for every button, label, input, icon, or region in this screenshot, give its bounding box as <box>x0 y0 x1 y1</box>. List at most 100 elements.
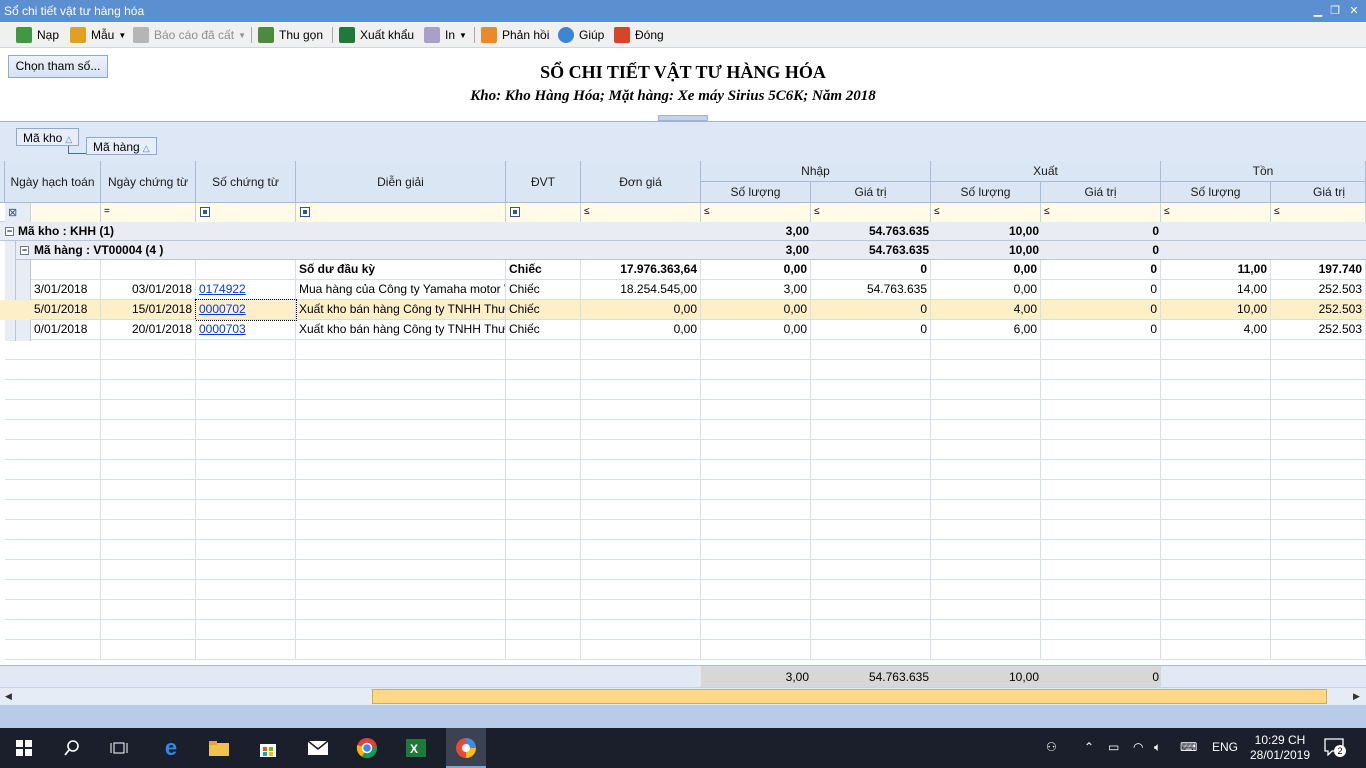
filter-don-gia[interactable]: ≤ <box>581 203 701 222</box>
collapse-icon <box>258 27 274 43</box>
cell-sct[interactable]: 0000702 <box>195 299 297 321</box>
bao-cao-da-cat-label: Báo cáo đã cất <box>154 28 235 42</box>
accounting-app-icon[interactable] <box>454 736 478 760</box>
file-explorer-icon[interactable] <box>207 736 231 760</box>
language-indicator[interactable]: ENG <box>1212 740 1238 754</box>
empty-cell <box>5 340 101 360</box>
col-dien-giai[interactable]: Diễn giải <box>296 161 506 203</box>
windows-start-icon[interactable] <box>12 736 36 760</box>
table-row[interactable]: 3/01/2018 03/01/2018 0174922 Mua hàng của C… <box>0 280 1366 300</box>
group-row-ma-hang[interactable]: − Mã hàng : VT00004 (4 ) 3,00 54.763.635… <box>16 241 1366 260</box>
filter-xuat-gt[interactable]: ≤ <box>1041 203 1161 222</box>
empty-cell <box>1161 620 1271 640</box>
empty-cell <box>1161 360 1271 380</box>
bao-cao-da-cat-button[interactable]: Báo cáo đã cất ▼ <box>133 25 246 45</box>
chrome-icon[interactable] <box>355 736 379 760</box>
table-row[interactable]: 0/01/2018 20/01/2018 0000703 Xuất kho bán h… <box>0 320 1366 340</box>
cell-don_gia: 0,00 <box>581 300 701 320</box>
mail-icon[interactable] <box>306 736 330 760</box>
filter-so-chung-tu[interactable] <box>196 203 296 222</box>
empty-cell <box>1271 460 1366 480</box>
filter-ton-gt[interactable]: ≤ <box>1271 203 1366 222</box>
empty-cell <box>701 520 811 540</box>
band-xuat[interactable]: Xuất <box>931 161 1161 182</box>
filter-dvt[interactable] <box>506 203 581 222</box>
filter-dien-giai[interactable] <box>296 203 506 222</box>
col-so-chung-tu[interactable]: Số chứng từ <box>196 161 296 203</box>
thu-gon-button[interactable]: Thu gọn <box>258 25 323 45</box>
notification-center-icon[interactable]: 2 <box>1322 737 1348 759</box>
filter-nhap-gt[interactable]: ≤ <box>811 203 931 222</box>
xuat-khau-button[interactable]: Xuất khẩu <box>339 25 414 45</box>
filter-ngay-chung-tu[interactable]: = <box>101 203 196 222</box>
col-xuat-so-luong[interactable]: Số lượng <box>931 182 1041 203</box>
empty-row <box>0 340 1366 360</box>
horizontal-scrollbar[interactable]: ◀ ▶ <box>0 687 1366 705</box>
empty-cell <box>5 440 101 460</box>
col-ton-gia-tri[interactable]: Giá trị <box>1271 182 1366 203</box>
giup-button[interactable]: Giúp <box>558 25 604 45</box>
edge-browser-icon[interactable]: e <box>159 735 183 760</box>
battery-icon[interactable]: ▭ <box>1108 740 1119 754</box>
collapse-icon[interactable]: − <box>20 246 29 255</box>
restore-icon[interactable]: ❐ <box>1327 3 1343 19</box>
band-ton[interactable]: Tồn <box>1161 161 1366 182</box>
refresh-icon <box>16 27 32 43</box>
volume-icon[interactable]: 🔈︎ <box>1154 740 1161 755</box>
people-icon[interactable]: ⚇ <box>1046 740 1057 754</box>
store-icon[interactable] <box>256 736 280 760</box>
cell-don_gia: 17.976.363,64 <box>581 260 701 280</box>
in-button[interactable]: In ▼ <box>424 25 467 45</box>
filter-ngay-hach-toan[interactable] <box>31 203 101 222</box>
col-ngay-hach-toan[interactable]: Ngày hạch toán <box>5 161 101 203</box>
col-nhap-gia-tri[interactable]: Giá trị <box>811 182 931 203</box>
group-chip-ma-hang[interactable]: Mã hàng △ <box>86 137 157 155</box>
scroll-left-icon[interactable]: ◀ <box>5 691 12 702</box>
empty-cell <box>101 560 196 580</box>
toolbar: Nạp Mẫu ▼ Báo cáo đã cất ▼ Thu gọn Xuất … <box>0 22 1366 48</box>
filter-nhap-sl[interactable]: ≤ <box>701 203 811 222</box>
group-chip-ma-kho[interactable]: Mã kho △ <box>16 128 80 146</box>
cell-sct[interactable]: 0000703 <box>196 320 296 340</box>
cell-sct[interactable]: 0174922 <box>196 280 296 300</box>
empty-cell <box>196 640 296 660</box>
col-ton-so-luong[interactable]: Số lượng <box>1161 182 1271 203</box>
band-nhap[interactable]: Nhập <box>701 161 931 182</box>
phan-hoi-button[interactable]: Phản hồi <box>481 25 549 45</box>
dong-button[interactable]: Đóng <box>614 25 664 45</box>
filter-xuat-sl[interactable]: ≤ <box>931 203 1041 222</box>
footer-totals: 3,00 54.763.635 10,00 0 <box>0 665 1366 687</box>
cell-tgt: 252.503 <box>1271 320 1366 340</box>
keyboard-icon[interactable]: ⌨ <box>1180 740 1197 754</box>
col-ngay-chung-tu[interactable]: Ngày chứng từ <box>101 161 196 203</box>
wifi-icon[interactable]: ◠ <box>1133 740 1143 754</box>
scroll-thumb[interactable] <box>372 689 1327 704</box>
col-nhap-so-luong[interactable]: Số lượng <box>701 182 811 203</box>
scroll-right-icon[interactable]: ▶ <box>1353 691 1360 702</box>
empty-row <box>0 400 1366 420</box>
excel-app-icon[interactable]: X <box>404 736 428 760</box>
task-view-icon[interactable] <box>107 736 131 760</box>
table-row[interactable]: 5/01/2018 15/01/2018 0000702 Xuất kho bán h… <box>0 299 1366 321</box>
empty-cell <box>196 540 296 560</box>
clock[interactable]: 10:29 CH 28/01/2019 <box>1248 733 1312 763</box>
cell-ngt: 0 <box>811 260 931 280</box>
col-dvt[interactable]: ĐVT <box>506 161 581 203</box>
empty-row <box>0 440 1366 460</box>
table-row[interactable]: Số dư đầu kỳ Chiếc 17.976.363,64 0,00 0 0,00 0… <box>0 260 1366 280</box>
chevron-up-icon[interactable]: ⌃ <box>1084 740 1094 754</box>
mau-button[interactable]: Mẫu ▼ <box>70 25 126 45</box>
filter-ton-sl[interactable]: ≤ <box>1161 203 1271 222</box>
empty-cell <box>196 340 296 360</box>
minimize-icon[interactable]: ▁ <box>1310 3 1326 19</box>
filter-clear-icon[interactable]: ⊠ <box>5 203 31 222</box>
col-don-gia[interactable]: Đơn giá <box>581 161 701 203</box>
empty-cell <box>931 520 1041 540</box>
nap-button[interactable]: Nạp <box>16 25 59 45</box>
group-row-ma-kho[interactable]: − Mã kho : KHH (1) 3,00 54.763.635 10,00… <box>0 222 1366 241</box>
col-xuat-gia-tri[interactable]: Giá trị <box>1041 182 1161 203</box>
close-icon[interactable]: ✕ <box>1346 3 1362 19</box>
collapse-icon[interactable]: − <box>5 227 14 236</box>
search-icon[interactable] <box>60 736 84 760</box>
empty-row <box>0 640 1366 660</box>
